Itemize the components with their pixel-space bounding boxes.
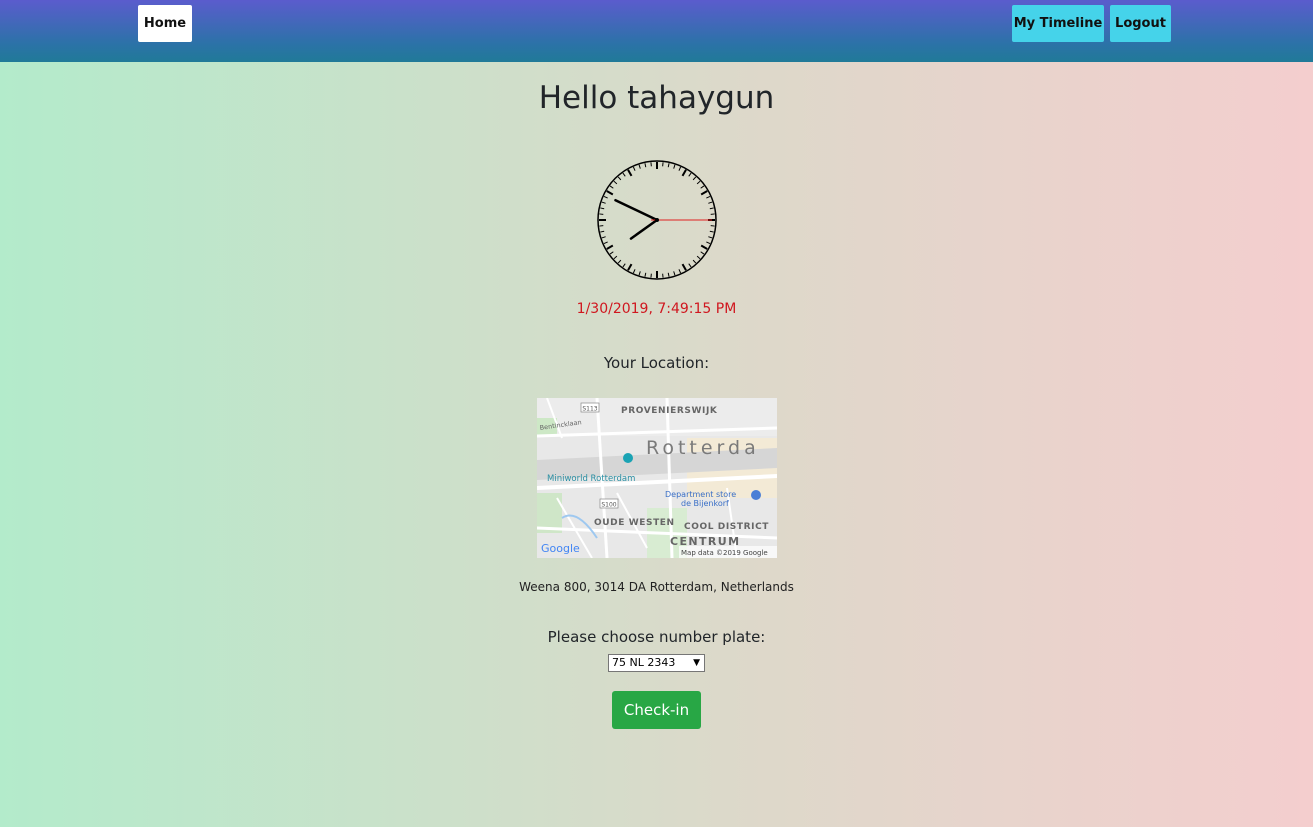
clock-tick — [700, 251, 705, 255]
clock-minute-hand — [614, 198, 659, 222]
clock-tick — [673, 271, 676, 276]
clock-center — [655, 218, 659, 222]
clock-tick — [709, 230, 714, 233]
clock-tick — [617, 259, 622, 264]
clock-hour-hand — [629, 218, 659, 240]
home-button[interactable]: Home — [138, 5, 192, 42]
clock-tick — [688, 172, 692, 177]
clock-tick — [696, 180, 701, 185]
logout-button[interactable]: Logout — [1110, 5, 1171, 42]
clock-tick — [603, 241, 608, 245]
clock-tick — [601, 236, 606, 239]
map-label-rotterdam: Rotterda — [646, 437, 760, 459]
map-label-provenierswijk: PROVENIERSWIJK — [621, 406, 718, 416]
clock-tick — [696, 255, 701, 260]
clock-tick — [601, 201, 606, 204]
clock-tick — [600, 207, 605, 210]
map-label-dept-store: Department store — [665, 490, 736, 499]
location-label: Your Location: — [603, 354, 710, 372]
clock-tick — [667, 272, 670, 277]
clock-tick — [609, 251, 614, 255]
clock-tick — [638, 164, 641, 169]
clock-tick — [700, 244, 708, 250]
clock-tick — [613, 180, 618, 185]
map-label-s100: S100 — [601, 502, 616, 509]
dropdown-arrow-icon: ▼ — [693, 658, 700, 668]
clock-tick — [617, 176, 622, 181]
checkin-button[interactable]: Check-in — [612, 691, 701, 729]
clock-tick — [700, 185, 705, 189]
clock-tick — [706, 195, 711, 199]
clock-tick — [622, 263, 626, 268]
map-label-cool-district: COOL DISTRICT — [684, 522, 769, 532]
map-label-oude-westen: OUDE WESTEN — [594, 518, 675, 528]
clock-tick — [681, 169, 687, 177]
clock-tick — [709, 207, 714, 210]
clock-tick — [622, 172, 626, 177]
current-datetime: 1/30/2019, 7:49:15 PM — [576, 301, 737, 317]
map-label-miniworld: Miniworld Rotterdam — [547, 474, 635, 484]
clock-tick — [678, 269, 682, 274]
clock-tick — [692, 259, 697, 264]
clock-tick — [632, 269, 636, 274]
clock-tick — [706, 241, 711, 245]
clock-tick — [606, 244, 614, 250]
clock-tick — [600, 230, 605, 233]
plate-label: Please choose number plate: — [547, 628, 766, 646]
clock-tick — [700, 190, 708, 196]
my-timeline-button[interactable]: My Timeline — [1012, 5, 1104, 42]
location-address: Weena 800, 3014 DA Rotterdam, Netherland… — [519, 580, 794, 594]
clock-tick — [688, 263, 692, 268]
clock-tick — [708, 236, 713, 239]
plate-selected-value: 75 NL 2343 — [612, 656, 676, 669]
navbar: Home My Timeline Logout — [0, 0, 1313, 62]
clock-tick — [606, 190, 614, 196]
clock-tick — [632, 166, 636, 171]
clock-tick — [609, 185, 614, 189]
clock-tick — [673, 164, 676, 169]
clock-tick — [708, 201, 713, 204]
clock-tick — [681, 263, 687, 271]
analog-clock — [597, 160, 717, 280]
map-label-s113: S113 — [582, 406, 597, 413]
clock-tick — [667, 163, 670, 168]
map-attribution: Map data ©2019 Google — [681, 549, 768, 557]
map-label-bijenkorf: de Bijenkorf — [681, 499, 729, 508]
clock-tick — [638, 271, 641, 276]
clock-tick — [678, 166, 682, 171]
page-title: Hello tahaygun — [538, 80, 775, 116]
clock-tick — [644, 272, 647, 277]
clock-tick — [644, 163, 647, 168]
clock-tick — [627, 169, 633, 177]
clock-tick — [692, 176, 697, 181]
number-plate-select[interactable]: 75 NL 2343 ▼ — [608, 654, 705, 672]
clock-tick — [627, 263, 633, 271]
clock-tick — [603, 195, 608, 199]
clock-tick — [613, 255, 618, 260]
location-map[interactable]: S113 PROVENIERSWIJK Bentincklaan Rotterd… — [537, 398, 777, 558]
google-logo: Google — [541, 542, 580, 555]
